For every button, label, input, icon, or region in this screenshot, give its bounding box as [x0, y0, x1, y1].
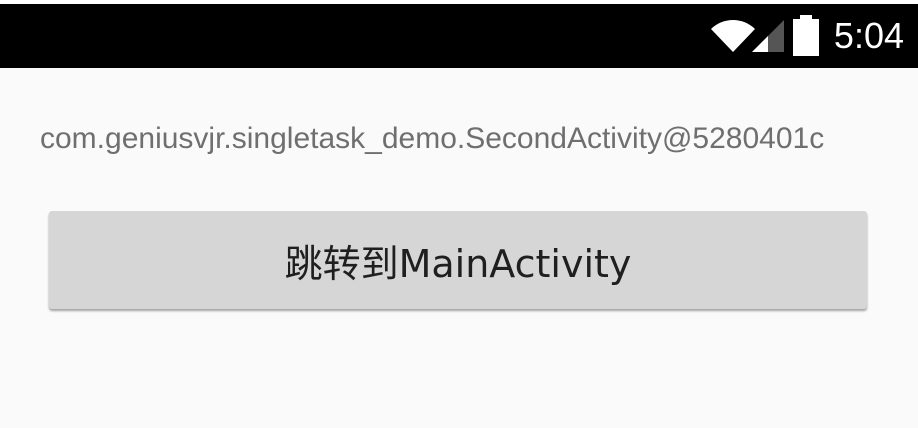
jump-to-main-activity-button[interactable]: 跳转到MainActivity	[49, 211, 867, 309]
status-bar: 5:04	[0, 4, 918, 68]
cell-signal-icon	[750, 18, 786, 54]
battery-icon	[792, 15, 820, 57]
activity-info-text: com.geniusvjr.singletask_demo.SecondActi…	[40, 122, 825, 155]
status-clock: 5:04	[833, 15, 904, 56]
status-icons: 5:04	[710, 4, 904, 68]
activity-content: com.geniusvjr.singletask_demo.SecondActi…	[0, 68, 918, 428]
